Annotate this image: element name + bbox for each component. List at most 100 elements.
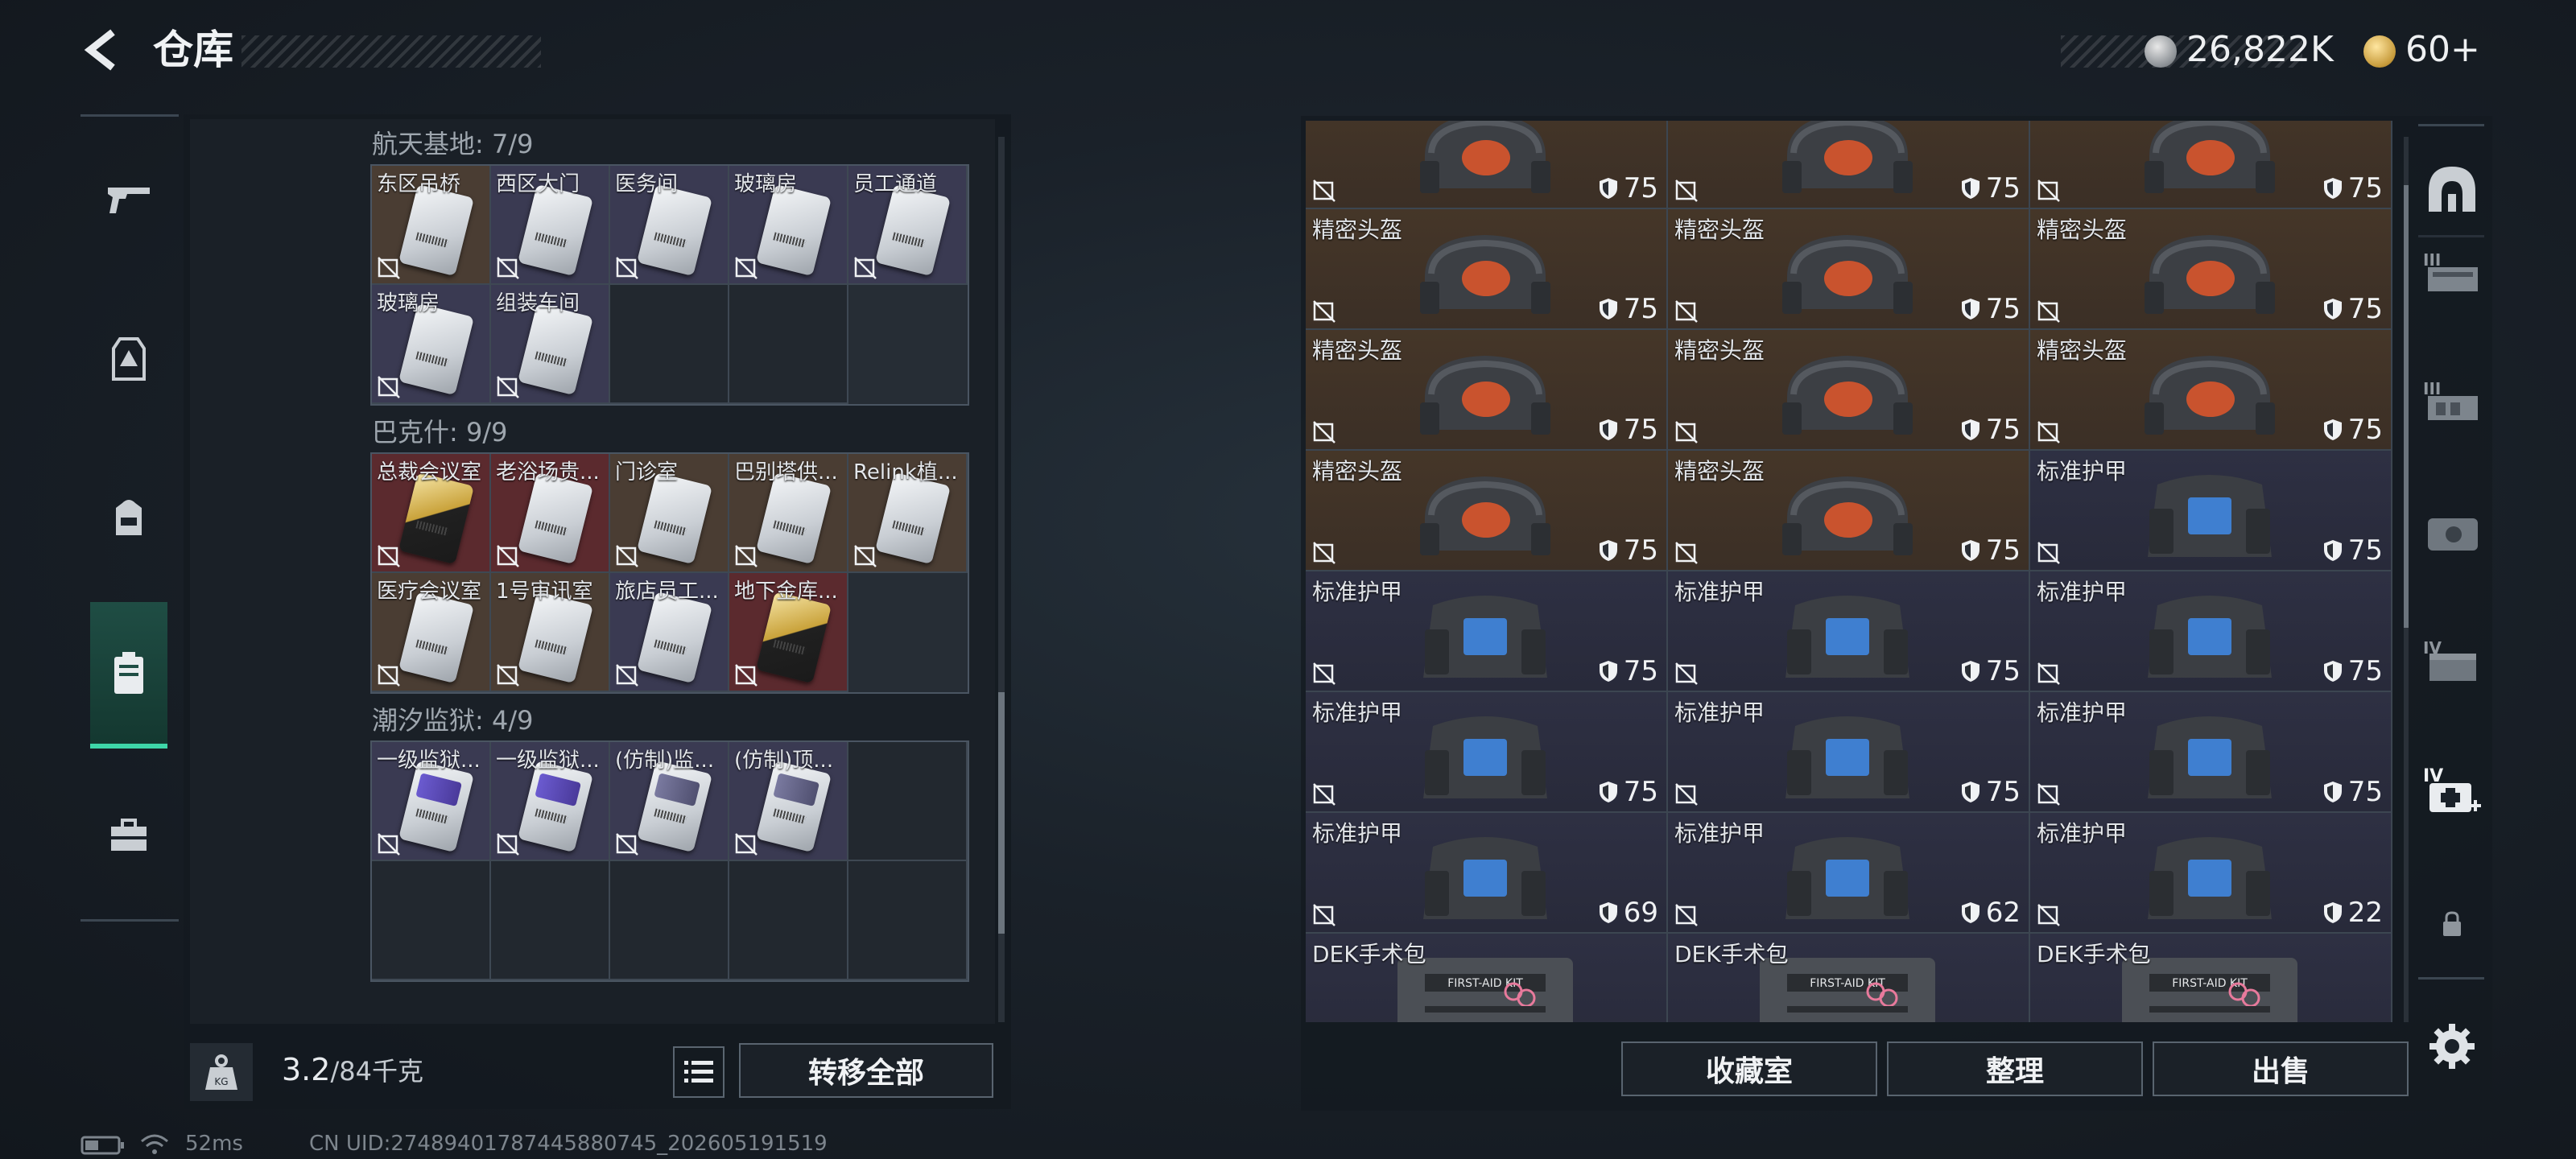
item-durability-value: 69	[1623, 897, 1658, 929]
keycard-slot[interactable]: 医务间	[610, 166, 729, 285]
keycard-scrollbar-thumb[interactable]	[998, 692, 1005, 934]
collection-room-button[interactable]: 收藏室	[1621, 1041, 1877, 1096]
inventory-item-helmet[interactable]: 精密头盔 75	[1306, 451, 1668, 571]
right-nav-box[interactable]: IV	[2418, 621, 2486, 702]
keycard-slot[interactable]: 员工通道	[848, 166, 968, 285]
inventory-item-armor[interactable]: 标准护甲 69	[1306, 813, 1668, 934]
right-nav-bag[interactable]	[2418, 491, 2486, 571]
keycard-label: 地下金库...	[734, 580, 838, 604]
tier3-vest-icon: III	[2423, 250, 2478, 291]
item-durability: 75	[1598, 776, 1658, 808]
keycard-slot[interactable]: (仿制)监...	[610, 742, 729, 861]
item-durability-value: 75	[1623, 655, 1658, 687]
inventory-item-helmet[interactable]: 精密头盔 75	[1668, 209, 2030, 330]
inventory-item-armor[interactable]: 标准护甲 75	[1668, 571, 2030, 692]
empty-slot[interactable]	[372, 861, 491, 980]
inventory-item-armor[interactable]: 标准护甲 75	[2030, 692, 2392, 813]
inventory-item-armor[interactable]: 标准护甲 75	[1306, 571, 1668, 692]
inventory-item-kit[interactable]: FIRST-AID KITDEK手术包7/7	[2030, 934, 2392, 1022]
keycard-slot[interactable]: 东区吊桥	[372, 166, 491, 285]
keycard-slot[interactable]: 旅店员工...	[610, 573, 729, 692]
inventory-item-kit[interactable]: FIRST-AID KITDEK手术包7/7	[1668, 934, 2030, 1022]
keycard-slot[interactable]: 玻璃房	[372, 285, 491, 404]
section-title: 航天基地: 7/9	[372, 129, 534, 159]
empty-slot[interactable]	[729, 861, 848, 980]
nav-weapons[interactable]	[90, 132, 167, 269]
nav-toolbox[interactable]	[90, 766, 167, 903]
keycard-label: 西区大门	[496, 172, 580, 196]
item-name: DEK手术包	[2037, 941, 2151, 967]
keycard-slot[interactable]: 西区大门	[491, 166, 610, 285]
inventory-item-helmet[interactable]: 精密头盔 75	[2030, 209, 2392, 330]
inventory-item-helmet[interactable]: 精密头盔 75	[1668, 451, 2030, 571]
item-durability: 75	[1960, 293, 2021, 325]
keycard-slot[interactable]: 总裁会议室	[372, 454, 491, 573]
no-transfer-icon	[854, 545, 877, 567]
right-nav-lock[interactable]	[2418, 884, 2486, 964]
inventory-row: FIRST-AID KITDEK手术包7/7FIRST-AID KITDEK手术…	[1306, 934, 2392, 1022]
no-transfer-icon	[378, 257, 400, 279]
inventory-item-helmet[interactable]: 精密头盔 75	[1306, 330, 1668, 451]
keycard-slot[interactable]: 老浴场贵...	[491, 454, 610, 573]
inventory-item-helmet[interactable]: 精密头盔 75	[1306, 209, 1668, 330]
weight-indicator: KG	[190, 1043, 253, 1101]
item-uses-value: 7/7	[2339, 1017, 2383, 1022]
inventory-item-kit[interactable]: FIRST-AID KITDEK手术包7/7	[1306, 934, 1668, 1022]
inventory-item-armor[interactable]: 标准护甲 22	[2030, 813, 2392, 934]
keycard-slot[interactable]: (仿制)顶...	[729, 742, 848, 861]
gold-currency[interactable]: 60+	[2363, 27, 2480, 72]
inventory-item-helmet[interactable]: 75	[1668, 121, 2030, 209]
keycard-slot[interactable]: 组装车间	[491, 285, 610, 404]
item-name: 精密头盔	[1674, 337, 1765, 364]
item-durability: 75	[2322, 776, 2383, 808]
no-transfer-icon	[1313, 179, 1335, 202]
inventory-item-armor[interactable]: 标准护甲 75	[2030, 451, 2392, 571]
keycard-slot[interactable]: 巴别塔供...	[729, 454, 848, 573]
back-arrow-icon[interactable]	[77, 24, 129, 76]
empty-slot[interactable]	[848, 861, 968, 980]
inventory-item-helmet[interactable]: 75	[2030, 121, 2392, 209]
sell-button[interactable]: 出售	[2153, 1041, 2409, 1096]
keycard-slot[interactable]: 地下金库...	[729, 573, 848, 692]
organize-button[interactable]: 整理	[1887, 1041, 2143, 1096]
inventory-item-armor[interactable]: 标准护甲 75	[1306, 692, 1668, 813]
no-transfer-icon	[497, 545, 519, 567]
empty-slot[interactable]	[848, 742, 968, 861]
item-name: 标准护甲	[2037, 579, 2128, 605]
inventory-item-armor[interactable]: 标准护甲 75	[2030, 571, 2392, 692]
settings-gear-icon[interactable]	[2426, 1021, 2478, 1072]
inventory-item-armor[interactable]: 标准护甲 75	[1668, 692, 2030, 813]
keycard-slot[interactable]: 玻璃房	[729, 166, 848, 285]
inventory-grid[interactable]: 75 75 75 精密头盔 75 精密头盔 75 精密头盔 75 精密头盔 75 精密头盔 75 精密头盔…	[1306, 121, 2392, 1022]
keycard-slot[interactable]: 门诊室	[610, 454, 729, 573]
right-nav-tier3-rig[interactable]: III	[2418, 362, 2486, 443]
empty-slot[interactable]	[610, 861, 729, 980]
nav-backpack[interactable]	[90, 449, 167, 586]
inventory-item-helmet[interactable]: 75	[1306, 121, 1668, 209]
right-nav-medkit[interactable]: IV	[2418, 752, 2486, 832]
keycard-slot[interactable]: 一级监狱...	[491, 742, 610, 861]
no-transfer-icon	[1313, 904, 1335, 926]
inventory-scrollbar-thumb[interactable]	[2404, 185, 2409, 628]
right-nav-tier3-vest[interactable]: III	[2418, 233, 2486, 314]
keycard-slot[interactable]: Relink植...	[848, 454, 968, 573]
durability-shield-icon	[1961, 902, 1979, 923]
right-nav-top-divider	[2418, 124, 2484, 126]
keycard-slot[interactable]: 1号审讯室	[491, 573, 610, 692]
empty-slot[interactable]	[491, 861, 610, 980]
keycard-slot[interactable]: 医疗会议室	[372, 573, 491, 692]
no-transfer-icon	[2037, 783, 2060, 806]
transfer-all-button[interactable]: 转移全部	[739, 1043, 993, 1098]
empty-slot[interactable]	[610, 285, 729, 404]
keycard-slot[interactable]: 一级监狱...	[372, 742, 491, 861]
empty-slot[interactable]	[729, 285, 848, 404]
item-durability-value: 75	[1985, 655, 2021, 687]
nav-keycards[interactable]	[90, 602, 167, 749]
right-nav-helmet[interactable]	[2418, 150, 2486, 230]
list-view-button[interactable]	[673, 1046, 724, 1098]
inventory-item-helmet[interactable]: 精密头盔 75	[1668, 330, 2030, 451]
inventory-item-helmet[interactable]: 精密头盔 75	[2030, 330, 2392, 451]
item-durability-value: 75	[2347, 293, 2383, 325]
inventory-item-armor[interactable]: 标准护甲 62	[1668, 813, 2030, 934]
nav-armor[interactable]	[90, 291, 167, 428]
